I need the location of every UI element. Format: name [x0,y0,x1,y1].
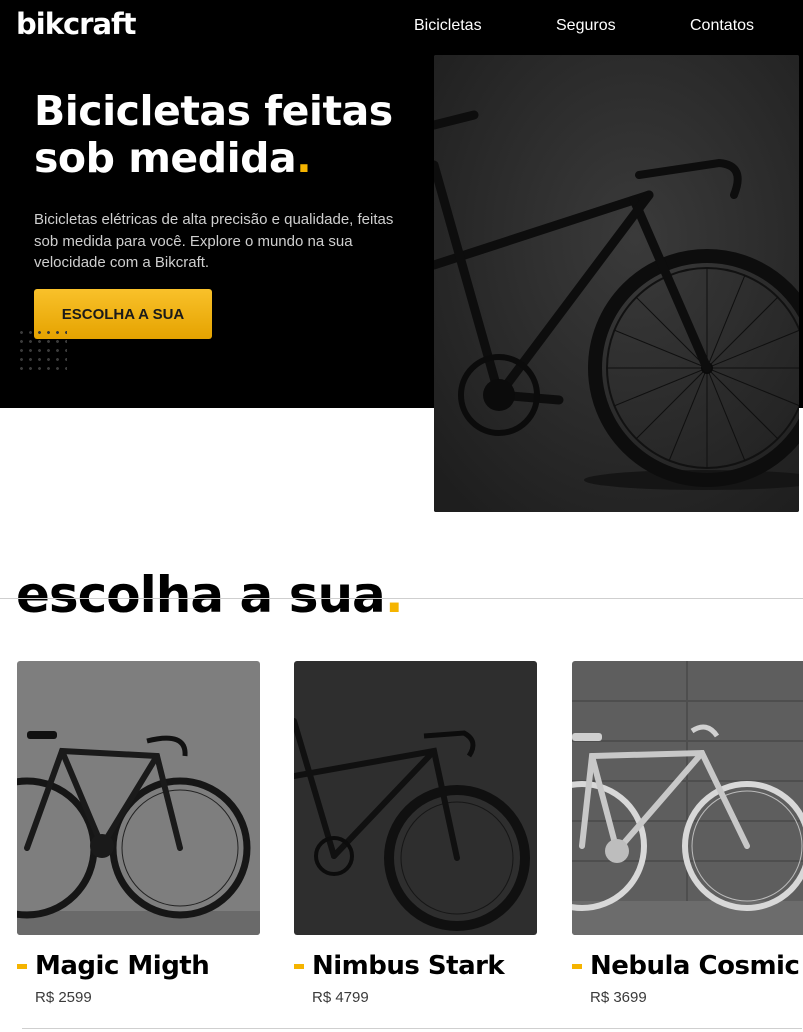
product-image[interactable] [294,661,537,935]
bicycle-photo-icon [17,661,260,935]
product-card-nimbus-stark[interactable]: Nimbus Stark R$ 4799 [294,661,537,1006]
nav-contatos[interactable]: Contatos [690,17,754,35]
product-name[interactable]: Nebula Cosmic [572,951,803,981]
bicycle-photo-icon [434,55,799,512]
product-name[interactable]: Nimbus Stark [294,951,537,981]
hero-bicycle-image [434,55,799,512]
hero-title: Bicicletas feitas sob medida. [34,88,424,182]
section-divider [0,598,803,599]
product-price: R$ 3699 [590,989,647,1006]
bottom-divider [22,1028,802,1029]
bicycle-photo-icon [572,661,803,935]
hero-title-line2: sob medida [34,134,297,182]
products-title-text: escolha a sua [16,566,386,624]
nav-seguros[interactable]: Seguros [556,17,616,35]
logo[interactable]: bikcraft [16,7,137,41]
hero-description: Bicicletas elétricas de alta precisão e … [34,211,394,271]
hero-title-line1: Bicicletas feitas [34,87,393,135]
dots-pattern-decoration [17,328,67,376]
bicycle-photo-icon [294,661,537,935]
product-image[interactable] [17,661,260,935]
product-image[interactable] [572,661,803,935]
product-price: R$ 4799 [312,989,369,1006]
product-card-nebula-cosmic[interactable]: Nebula Cosmic R$ 3699 [572,661,803,1006]
product-price: R$ 2599 [35,989,92,1006]
products-title-dot: . [384,566,404,624]
product-name[interactable]: Magic Migth [17,951,260,981]
hero-title-dot: . [296,134,312,182]
product-card-magic-migth[interactable]: Magic Migth R$ 2599 [17,661,260,1006]
products-title: escolha a sua. [16,560,404,630]
nav-bicicletas[interactable]: Bicicletas [414,17,482,35]
